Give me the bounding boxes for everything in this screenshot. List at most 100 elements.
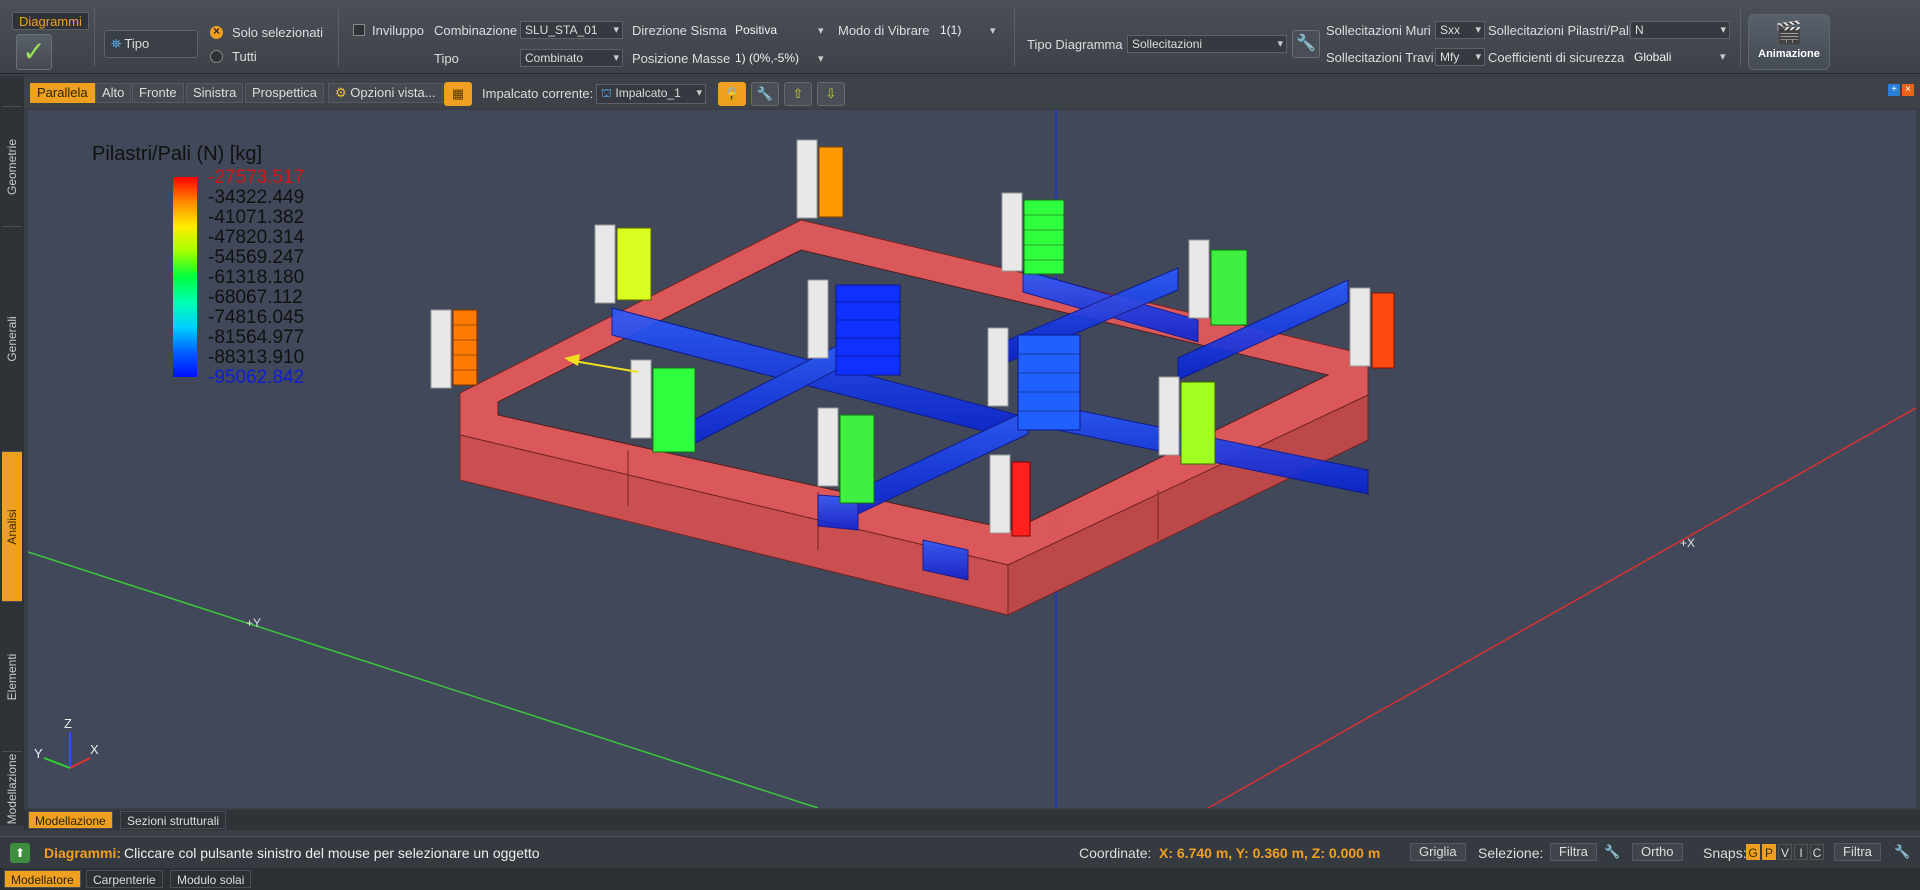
triad-x-label: X (90, 742, 99, 757)
tipo-diagramma-label: Tipo Diagramma (1027, 37, 1123, 52)
modo-vibrare-value[interactable]: 1(1) (940, 23, 961, 37)
modo-vibrare-label: Modo di Vibrare (838, 23, 930, 38)
sollecitazioni-travi-label: Sollecitazioni Travi (1326, 50, 1434, 65)
coordinate-value: X: 6.740 m, Y: 0.360 m, Z: 0.000 m (1159, 845, 1381, 861)
wrench-icon[interactable]: 🔧 (1292, 30, 1320, 58)
view-parallela-button[interactable]: Parallela (30, 83, 95, 103)
wrench-icon[interactable]: 🔧 (1604, 844, 1620, 860)
legend-value: -27573.517 (208, 167, 305, 188)
tab-modellazione[interactable]: Modellazione (28, 811, 113, 829)
axis-triad: Z X Y (34, 716, 99, 769)
legend-values: -27573.517 -34322.449 -41071.382 -47820.… (208, 168, 304, 388)
legend-value: -74816.045 (208, 307, 305, 328)
posizione-masse-label: Posizione Masse (632, 51, 731, 66)
snap-v-toggle[interactable]: V (1778, 844, 1792, 860)
snap-p-toggle[interactable]: P (1762, 844, 1776, 860)
sollecitazioni-pilastri-label: Sollecitazioni Pilastri/Pali (1488, 23, 1632, 38)
legend-value: -47820.314 (208, 227, 305, 248)
wrench-icon[interactable]: 🔧 (751, 82, 779, 106)
direzione-sisma-value[interactable]: Positiva (735, 23, 777, 37)
view-alto-button[interactable]: Alto (95, 83, 132, 103)
combinazione-select[interactable]: SLU_STA_01 (520, 21, 623, 39)
view-toolbar: Parallela Alto Fronte Sinistra Prospetti… (24, 78, 1920, 108)
coefficienti-sicurezza-value[interactable]: Globali (1634, 50, 1671, 64)
view-sinistra-button[interactable]: Sinistra (186, 83, 244, 103)
ribbon-separator (1740, 8, 1741, 66)
posizione-masse-value[interactable]: 1) (0%,-5%) (735, 51, 799, 65)
sollecitazioni-travi-select[interactable]: Mfy (1435, 48, 1485, 66)
floor-up-icon[interactable]: ⇧ (784, 82, 812, 106)
plus-x-label: +X (1680, 536, 1695, 550)
tab-carpenterie[interactable]: Carpenterie (86, 870, 163, 888)
ribbon-separator (338, 8, 339, 66)
module-tabs: Modellatore Carpenterie Modulo solai (0, 868, 1920, 890)
inviluppo-checkbox[interactable] (353, 24, 365, 36)
clapperboard-icon: 🎬 (1775, 20, 1803, 45)
opzioni-vista-label: Opzioni vista... (350, 85, 436, 100)
direzione-dropdown-icon[interactable]: ▾ (818, 24, 824, 37)
inviluppo-label: Inviluppo (372, 23, 425, 38)
coordinate-label: Coordinate: (1079, 845, 1152, 861)
griglia-button[interactable]: Griglia (1410, 843, 1466, 861)
side-tab-label: Generali (5, 316, 19, 362)
side-tab-modellazione[interactable]: Modellazione (2, 751, 22, 826)
tipo-select[interactable]: Combinato (520, 49, 623, 67)
side-tab-elementi[interactable]: Elementi (2, 601, 22, 751)
y-axis-line (28, 551, 819, 808)
close-viewport-icon[interactable]: × (1902, 84, 1914, 96)
legend-value: -54569.247 (208, 247, 305, 268)
opzioni-vista-button[interactable]: ⚙ Opzioni vista... (328, 83, 443, 103)
side-tab-generali[interactable]: Generali (2, 226, 22, 451)
snap-g-toggle[interactable]: G (1746, 844, 1760, 860)
side-tabs: Geometrie Generali Analisi Elementi Mode… (0, 76, 24, 826)
legend-value: -68067.112 (208, 287, 303, 308)
grid-snap-icon[interactable]: ▦ (444, 82, 472, 106)
tipo-label: Tipo (434, 51, 459, 66)
arrow-up-icon[interactable]: ⬆ (10, 843, 30, 863)
ribbon-tab-diagrammi[interactable]: Diagrammi (12, 12, 89, 30)
tipo-diagramma-select[interactable]: Sollecitazioni (1127, 35, 1287, 53)
status-bar: ⬆ Diagrammi: Cliccare col pulsante sinis… (0, 836, 1920, 868)
view-prospettica-button[interactable]: Prospettica (245, 83, 325, 103)
coefficienti-sicurezza-label: Coefficienti di sicurezza (1488, 50, 1625, 65)
tipo-button-label: Tipo (124, 36, 150, 51)
ribbon-separator (94, 8, 95, 66)
triad-y-label: Y (34, 746, 43, 761)
lock-icon[interactable]: 🔒 (718, 82, 746, 106)
ortho-button[interactable]: Ortho (1632, 843, 1683, 861)
animazione-button[interactable]: 🎬 Animazione (1748, 14, 1830, 70)
modo-dropdown-icon[interactable]: ▾ (990, 24, 996, 37)
add-viewport-icon[interactable]: + (1888, 84, 1900, 96)
3d-viewport[interactable]: +X +Y Z X Y (28, 110, 1916, 808)
sollecitazioni-muri-select[interactable]: Sxx (1435, 21, 1485, 39)
radio-tutti[interactable] (210, 50, 223, 63)
tab-modellatore[interactable]: Modellatore (4, 870, 81, 888)
side-tab-geometrie[interactable]: Geometrie (2, 106, 22, 226)
confirm-check-icon[interactable]: ✓ (16, 34, 52, 70)
wrench-icon[interactable]: 🔧 (1894, 844, 1910, 860)
side-tab-label: Geometrie (5, 138, 19, 195)
legend-value: -34322.449 (208, 187, 305, 208)
view-fronte-button[interactable]: Fronte (132, 83, 184, 103)
tipo-button[interactable]: ⛯ Tipo (104, 30, 198, 58)
impalcato-select[interactable]: ⛫ Impalcato_1 (596, 84, 706, 104)
triad-z-label: Z (64, 716, 72, 731)
filtra-selezione-button[interactable]: Filtra (1550, 843, 1597, 861)
ribbon-separator (1014, 8, 1015, 66)
floor-down-icon[interactable]: ⇩ (817, 82, 845, 106)
legend-value: -88313.910 (208, 347, 305, 368)
coefficienti-dropdown-icon[interactable]: ▾ (1720, 50, 1726, 63)
filtra-snap-button[interactable]: Filtra (1834, 843, 1881, 861)
radio-solo-selezionati[interactable] (210, 24, 223, 39)
sollecitazioni-pilastri-select[interactable]: N (1630, 21, 1730, 39)
side-tab-analisi[interactable]: Analisi (2, 451, 22, 601)
legend-value: -61318.180 (208, 267, 305, 288)
tab-modulo-solai[interactable]: Modulo solai (170, 870, 252, 888)
status-message: Cliccare col pulsante sinistro del mouse… (124, 845, 540, 861)
bottom-tabs: Modellazione Sezioni strutturali (24, 810, 1920, 830)
snap-c-toggle[interactable]: C (1810, 844, 1824, 860)
plus-y-label: +Y (246, 616, 261, 630)
posizione-dropdown-icon[interactable]: ▾ (818, 52, 824, 65)
tab-sezioni-strutturali[interactable]: Sezioni strutturali (120, 811, 227, 829)
snap-i-toggle[interactable]: I (1794, 844, 1808, 860)
